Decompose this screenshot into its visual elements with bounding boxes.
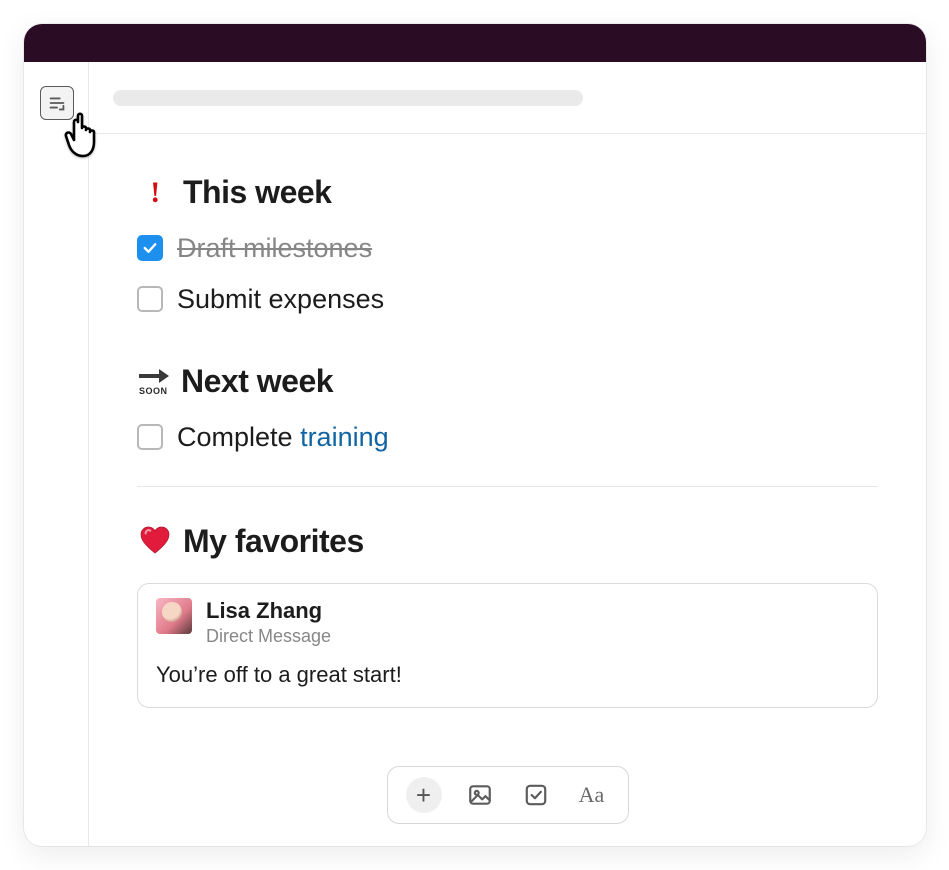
section-heading-next-week: SOON Next week [137,357,878,405]
task-label: Submit expenses [177,279,384,320]
title-placeholder[interactable] [113,90,583,106]
section-heading-favorites: My favorites [137,517,878,565]
add-button[interactable]: + [406,777,442,813]
section-title: My favorites [183,517,364,565]
task-link[interactable]: training [300,422,389,452]
section-title: Next week [181,357,333,405]
task-label: Complete training [177,417,389,458]
checklist-icon[interactable] [518,777,554,813]
section-title: This week [183,168,331,216]
section-heading-this-week: ! This week [137,168,878,216]
task-row[interactable]: Submit expenses [137,279,878,320]
format-toolbar: + Aa [387,766,629,824]
header-bar [89,62,926,134]
card-user-name: Lisa Zhang [206,598,331,623]
window-titlebar [24,24,926,62]
exclamation-icon: ! [137,170,173,215]
svg-text:SOON: SOON [139,386,168,396]
app-body: ! This week Draft milestones Submit expe… [24,62,926,846]
canvas-icon[interactable] [40,86,74,120]
message-card[interactable]: Lisa Zhang Direct Message You’re off to … [137,583,878,708]
checkbox-unchecked[interactable] [137,286,163,312]
divider [137,486,878,487]
card-header: Lisa Zhang Direct Message [156,598,859,650]
checkbox-unchecked[interactable] [137,424,163,450]
text-format-icon[interactable]: Aa [574,777,610,813]
document-content[interactable]: ! This week Draft milestones Submit expe… [89,134,926,708]
main-area: ! This week Draft milestones Submit expe… [89,62,926,846]
card-body-text: You’re off to a great start! [156,658,859,691]
checkbox-checked[interactable] [137,235,163,261]
text-format-label: Aa [579,782,605,808]
avatar [156,598,192,634]
app-window: ! This week Draft milestones Submit expe… [24,24,926,846]
heart-icon [137,526,173,556]
task-text-prefix: Complete [177,422,300,452]
image-icon[interactable] [462,777,498,813]
soon-icon: SOON [137,366,171,396]
sidebar [24,62,89,846]
task-row[interactable]: Draft milestones [137,228,878,269]
task-label: Draft milestones [177,228,372,269]
task-row[interactable]: Complete training [137,417,878,458]
card-subtitle: Direct Message [206,623,331,650]
